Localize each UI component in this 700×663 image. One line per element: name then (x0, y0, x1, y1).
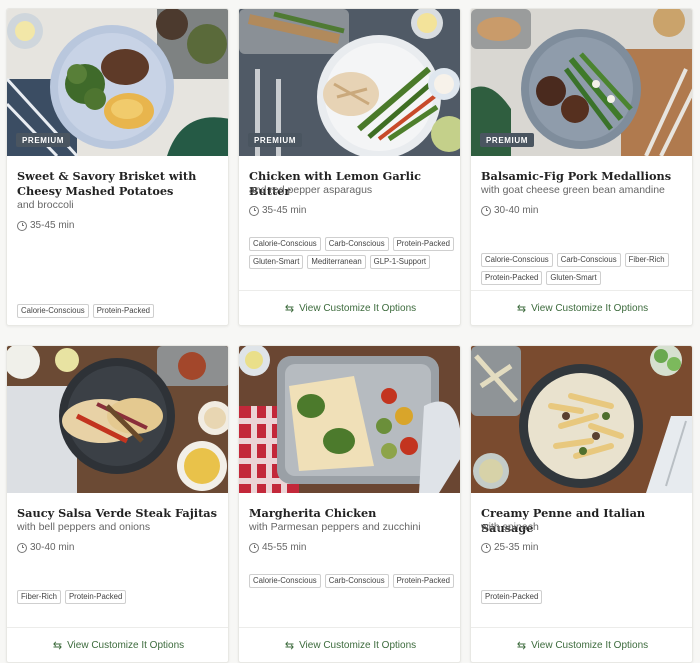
diet-tag: Gluten-Smart (546, 271, 601, 285)
clock-icon (17, 542, 27, 553)
premium-badge: PREMIUM (248, 133, 302, 147)
diet-tag: Calorie-Conscious (249, 237, 321, 251)
meal-card[interactable]: PREMIUM Chicken with Lemon Garlic Butter… (238, 8, 461, 326)
meal-card[interactable]: Creamy Penne and Italian Sausage with sp… (470, 345, 693, 663)
meal-photo[interactable]: PREMIUM (471, 9, 692, 156)
cook-time-label: 25-35 min (494, 542, 539, 553)
customize-options-label: View Customize It Options (531, 302, 649, 314)
meal-photo[interactable] (7, 346, 228, 493)
diet-tag: Fiber-Rich (17, 590, 61, 604)
cook-time: 45-55 min (249, 542, 306, 553)
customize-options-link[interactable]: ⇆ View Customize It Options (471, 627, 692, 662)
customize-options-label: View Customize It Options (67, 639, 185, 651)
cook-time: 35-45 min (17, 220, 74, 231)
cook-time-label: 35-45 min (262, 205, 307, 216)
customize-options-label: View Customize It Options (299, 639, 417, 651)
cook-time: 25-35 min (481, 542, 538, 553)
diet-tags: Calorie-Conscious Carb-Conscious Protein… (249, 237, 457, 269)
diet-tag: Calorie-Conscious (481, 253, 553, 267)
diet-tag: Calorie-Conscious (249, 574, 321, 588)
meal-photo[interactable]: PREMIUM (7, 9, 228, 156)
diet-tags: Protein-Packed (481, 590, 689, 604)
cook-time: 30-40 min (17, 542, 74, 553)
customize-options-link[interactable]: ⇆ View Customize It Options (239, 627, 460, 662)
cook-time-label: 45-55 min (262, 542, 307, 553)
meal-subtitle: with goat cheese green bean amandine (481, 184, 665, 196)
diet-tag: Gluten-Smart (249, 255, 304, 269)
diet-tags: Calorie-Conscious Carb-Conscious Protein… (249, 574, 457, 588)
clock-icon (249, 542, 259, 553)
customize-options-link[interactable]: ⇆ View Customize It Options (239, 290, 460, 325)
diet-tag: Carb-Conscious (324, 574, 389, 588)
premium-badge: PREMIUM (480, 133, 534, 147)
cook-time-label: 30-40 min (494, 205, 539, 216)
swap-arrows-icon: ⇆ (516, 639, 527, 652)
diet-tags: Calorie-Conscious Carb-Conscious Fiber-R… (481, 253, 689, 285)
meal-subtitle: and red pepper asparagus (249, 184, 373, 196)
swap-arrows-icon: ⇆ (284, 639, 295, 652)
meal-photo[interactable] (239, 346, 460, 493)
meal-subtitle: with spinach (481, 521, 539, 533)
clock-icon (481, 205, 491, 216)
diet-tag: Fiber-Rich (624, 253, 669, 267)
cook-time-label: 35-45 min (30, 220, 75, 231)
clock-icon (481, 542, 491, 553)
meal-subtitle: with Parmesan peppers and zucchini (249, 521, 421, 533)
meal-title[interactable]: Saucy Salsa Verde Steak Fajitas (17, 506, 222, 521)
clock-icon (249, 205, 259, 216)
meal-title[interactable]: Balsamic-Fig Pork Medallions (481, 169, 686, 184)
customize-options-label: View Customize It Options (299, 302, 417, 314)
diet-tag: Protein-Packed (92, 304, 155, 318)
diet-tags: Calorie-Conscious Protein-Packed (17, 304, 225, 318)
meal-card[interactable]: Saucy Salsa Verde Steak Fajitas with bel… (6, 345, 229, 663)
meal-grid: PREMIUM Sweet & Savory Brisket with Chee… (6, 8, 693, 663)
swap-arrows-icon: ⇆ (516, 302, 527, 315)
meal-subtitle: with bell peppers and onions (17, 521, 151, 533)
meal-card[interactable]: PREMIUM Sweet & Savory Brisket with Chee… (6, 8, 229, 326)
swap-arrows-icon: ⇆ (52, 639, 63, 652)
diet-tag: Protein-Packed (64, 590, 127, 604)
premium-badge: PREMIUM (16, 133, 70, 147)
diet-tag: Carb-Conscious (556, 253, 621, 267)
diet-tag: GLP-1-Support (369, 255, 431, 269)
diet-tag: Mediterranean (307, 255, 366, 269)
cook-time: 35-45 min (249, 205, 306, 216)
meal-title[interactable]: Sweet & Savory Brisket with Cheesy Mashe… (17, 169, 222, 199)
customize-options-link[interactable]: ⇆ View Customize It Options (7, 627, 228, 662)
meal-card[interactable]: Margherita Chicken with Parmesan peppers… (238, 345, 461, 663)
diet-tag: Carb-Conscious (324, 237, 389, 251)
diet-tag: Protein-Packed (481, 271, 543, 285)
diet-tag: Protein-Packed (392, 237, 454, 251)
meal-photo[interactable] (471, 346, 692, 493)
meal-card[interactable]: PREMIUM Balsamic-Fig Pork Medallions wit… (470, 8, 693, 326)
meal-title[interactable]: Margherita Chicken (249, 506, 454, 521)
diet-tags: Fiber-Rich Protein-Packed (17, 590, 225, 604)
clock-icon (17, 220, 27, 231)
meal-photo[interactable]: PREMIUM (239, 9, 460, 156)
meal-subtitle: and broccoli (17, 199, 74, 211)
diet-tag: Protein-Packed (392, 574, 454, 588)
customize-options-label: View Customize It Options (531, 639, 649, 651)
diet-tag: Protein-Packed (481, 590, 543, 604)
cook-time: 30-40 min (481, 205, 538, 216)
swap-arrows-icon: ⇆ (284, 302, 295, 315)
customize-options-link[interactable]: ⇆ View Customize It Options (471, 290, 692, 325)
diet-tag: Calorie-Conscious (17, 304, 89, 318)
cook-time-label: 30-40 min (30, 542, 75, 553)
